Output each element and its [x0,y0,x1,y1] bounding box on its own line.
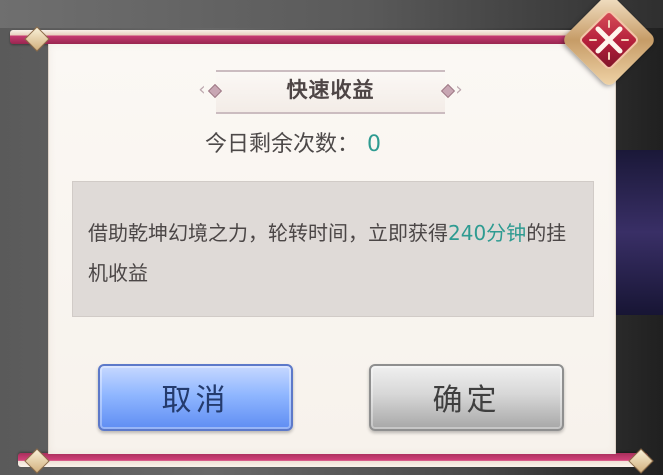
remaining-count-value: 0 [367,132,382,157]
background-strip [0,0,663,28]
title-ribbon: ‹ › 快速收益 [188,70,473,114]
close-icon [589,20,629,60]
description-prefix: 借助乾坤幻境之力，轮转时间，立即获得 [88,221,448,245]
dialog-top-frame [10,30,600,44]
remaining-count-label: 今日剩余次数： [205,132,360,157]
cancel-button[interactable]: 取消 [98,364,293,431]
dialog-bottom-frame [18,453,648,467]
close-button[interactable] [560,0,658,89]
dialog-title: 快速收益 [286,78,375,102]
description-box: 借助乾坤幻境之力，轮转时间，立即获得240分钟的挂机收益 [72,181,594,317]
confirm-button[interactable]: 确定 [369,364,564,431]
description-highlight: 240分钟 [448,221,527,245]
remaining-count-row: 今日剩余次数： 0 [205,128,460,162]
description-text: 借助乾坤幻境之力，轮转时间，立即获得240分钟的挂机收益 [88,213,583,293]
